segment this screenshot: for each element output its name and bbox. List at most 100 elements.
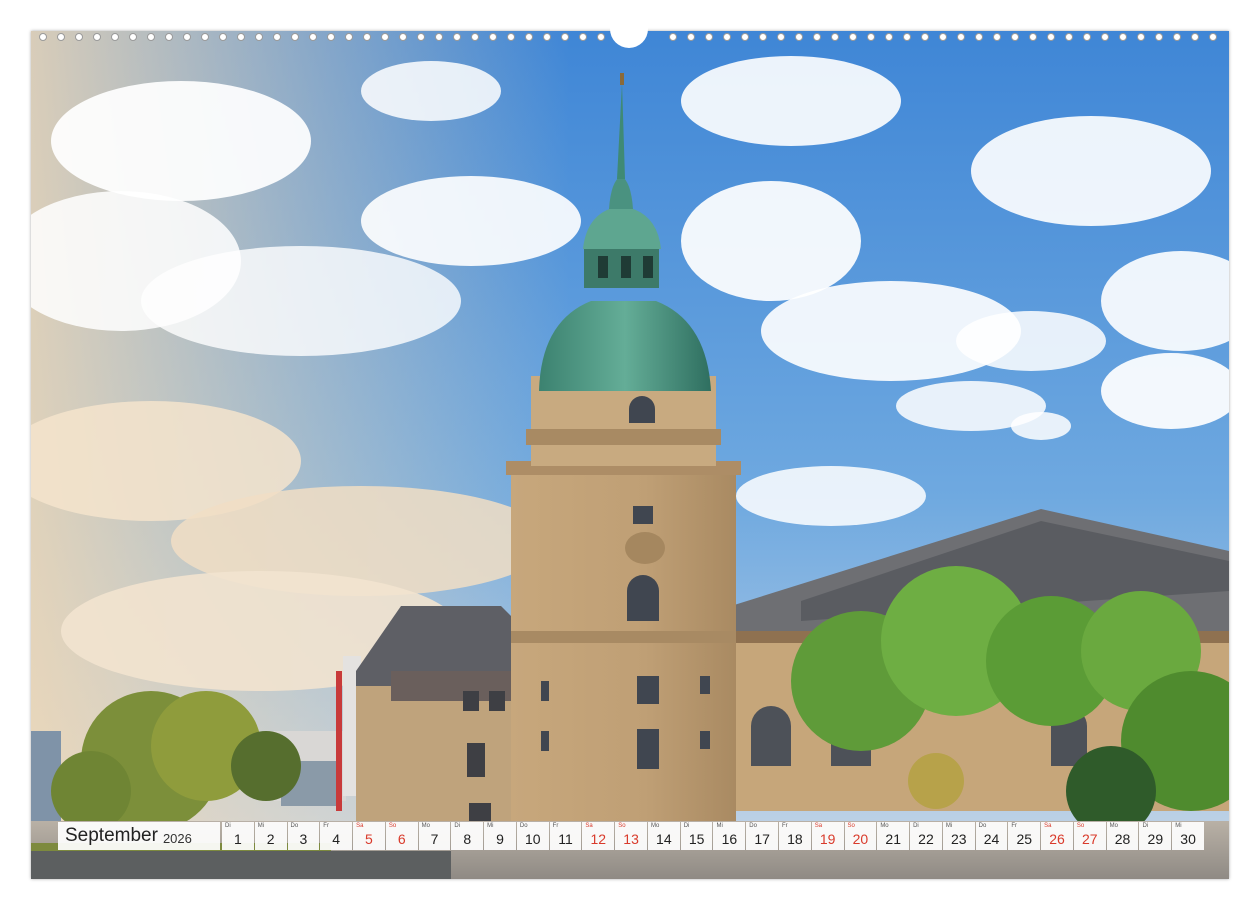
day-weekday: Mo	[1109, 823, 1119, 829]
day-weekday: Mi	[945, 823, 953, 829]
binding-hole	[903, 33, 911, 41]
day-weekday: So	[618, 823, 626, 829]
binding-hole	[669, 33, 677, 41]
day-number: 1	[233, 831, 242, 847]
binding-hole	[849, 33, 857, 41]
day-number: 30	[1180, 831, 1196, 847]
binding-hole	[1011, 33, 1019, 41]
binding-hole	[1119, 33, 1127, 41]
day-number: 26	[1049, 831, 1065, 847]
binding-hole	[75, 33, 83, 41]
day-number: 3	[299, 831, 308, 847]
binding-hole	[507, 33, 515, 41]
day-number: 23	[950, 831, 967, 847]
day-number: 24	[983, 831, 1000, 847]
day-cell: Sa 26	[1041, 822, 1073, 850]
day-weekday: Mi	[716, 823, 723, 829]
binding-hole	[183, 33, 191, 41]
day-cell: Di 22	[910, 822, 942, 850]
binding-hole	[165, 33, 173, 41]
day-number: 11	[558, 831, 573, 847]
day-number: 10	[524, 831, 541, 847]
day-weekday: Sa	[1044, 823, 1052, 829]
day-number: 25	[1016, 831, 1033, 847]
binding-hole	[1101, 33, 1109, 41]
day-cell: So 13	[615, 822, 647, 850]
day-weekday: Mo	[880, 823, 889, 829]
day-weekday: Mi	[257, 823, 265, 829]
binding-hole	[219, 33, 227, 41]
binding-hole	[39, 33, 47, 41]
binding-hole	[1029, 33, 1037, 41]
binding-hole	[309, 33, 317, 41]
day-number: 27	[1082, 831, 1098, 847]
binding-hole	[795, 33, 803, 41]
day-cell: So 27	[1073, 822, 1106, 850]
day-number: 28	[1114, 831, 1131, 847]
day-cell: Do 3	[287, 822, 320, 850]
day-weekday: Di	[454, 823, 461, 829]
day-cell: Mi 2	[254, 822, 287, 850]
day-number: 8	[463, 831, 472, 847]
binding-hole	[111, 33, 119, 41]
binding-hole	[489, 33, 497, 41]
binding-hole	[579, 33, 587, 41]
day-weekday: Do	[290, 823, 299, 829]
binding-hole	[759, 33, 767, 41]
binding-hole	[1047, 33, 1055, 41]
day-cell: Mo 7	[418, 822, 451, 850]
day-cell: Di 29	[1139, 822, 1172, 850]
day-cell: Fr 18	[779, 822, 811, 850]
binding-hole	[525, 33, 533, 41]
day-weekday: Do	[978, 823, 987, 829]
binding-hole	[957, 33, 965, 41]
day-weekday: Mo	[421, 823, 430, 829]
binding-hole	[417, 33, 425, 41]
binding-hole	[1209, 33, 1217, 41]
day-weekday: Sa	[356, 823, 364, 829]
day-weekday: Sa	[585, 823, 593, 829]
binding-hole	[381, 33, 389, 41]
binding-hole	[255, 33, 263, 41]
day-number: 16	[721, 831, 738, 847]
left-wing	[356, 606, 516, 831]
day-number: 18	[787, 831, 803, 847]
day-number: 17	[754, 831, 770, 847]
day-cell: Sa 19	[811, 822, 844, 850]
day-cell: Mo 14	[647, 822, 680, 850]
day-number: 21	[885, 831, 901, 847]
month-label: September 2026	[58, 822, 220, 850]
day-cell: Di 8	[451, 822, 484, 850]
day-number: 14	[656, 831, 672, 847]
day-number: 12	[590, 831, 607, 847]
day-number: 5	[365, 831, 373, 847]
binding-hole	[1155, 33, 1163, 41]
day-number: 2	[266, 831, 275, 847]
day-cell: Di 15	[680, 822, 713, 850]
calendar-page: September 2026 Di 1 Mi 2 Do 3 Fr 4 Sa 5 So 6 Mo 7 Di 8 M…	[0, 0, 1260, 908]
binding-hole	[993, 33, 1001, 41]
binding-hole	[1083, 33, 1091, 41]
day-weekday: Do	[519, 823, 528, 829]
binding-hole	[363, 33, 371, 41]
binding-hole	[885, 33, 893, 41]
day-cells: Di 1 Mi 2 Do 3 Fr 4 Sa 5 So 6 Mo 7 Di 8 Mi 9 Do 10 Fr 11 Sa 12 S…	[222, 822, 1204, 850]
binding-hole	[975, 33, 983, 41]
day-number: 29	[1147, 831, 1164, 847]
day-cell: Mo 21	[877, 822, 910, 850]
binding-hole	[687, 33, 695, 41]
binding-hole	[93, 33, 101, 41]
binding-hole	[399, 33, 407, 41]
day-number: 19	[819, 831, 836, 847]
day-weekday: Mo	[650, 823, 660, 829]
day-number: 9	[496, 831, 504, 847]
binding-hole	[561, 33, 569, 41]
day-cell: Fr 4	[320, 822, 353, 850]
day-weekday: Di	[225, 823, 231, 829]
day-cell: Sa 5	[353, 822, 385, 850]
day-number: 6	[397, 831, 406, 847]
day-cell: Mi 16	[713, 822, 746, 850]
day-weekday: Fr	[552, 823, 559, 829]
binding-hole	[1191, 33, 1199, 41]
binding-hole	[147, 33, 155, 41]
